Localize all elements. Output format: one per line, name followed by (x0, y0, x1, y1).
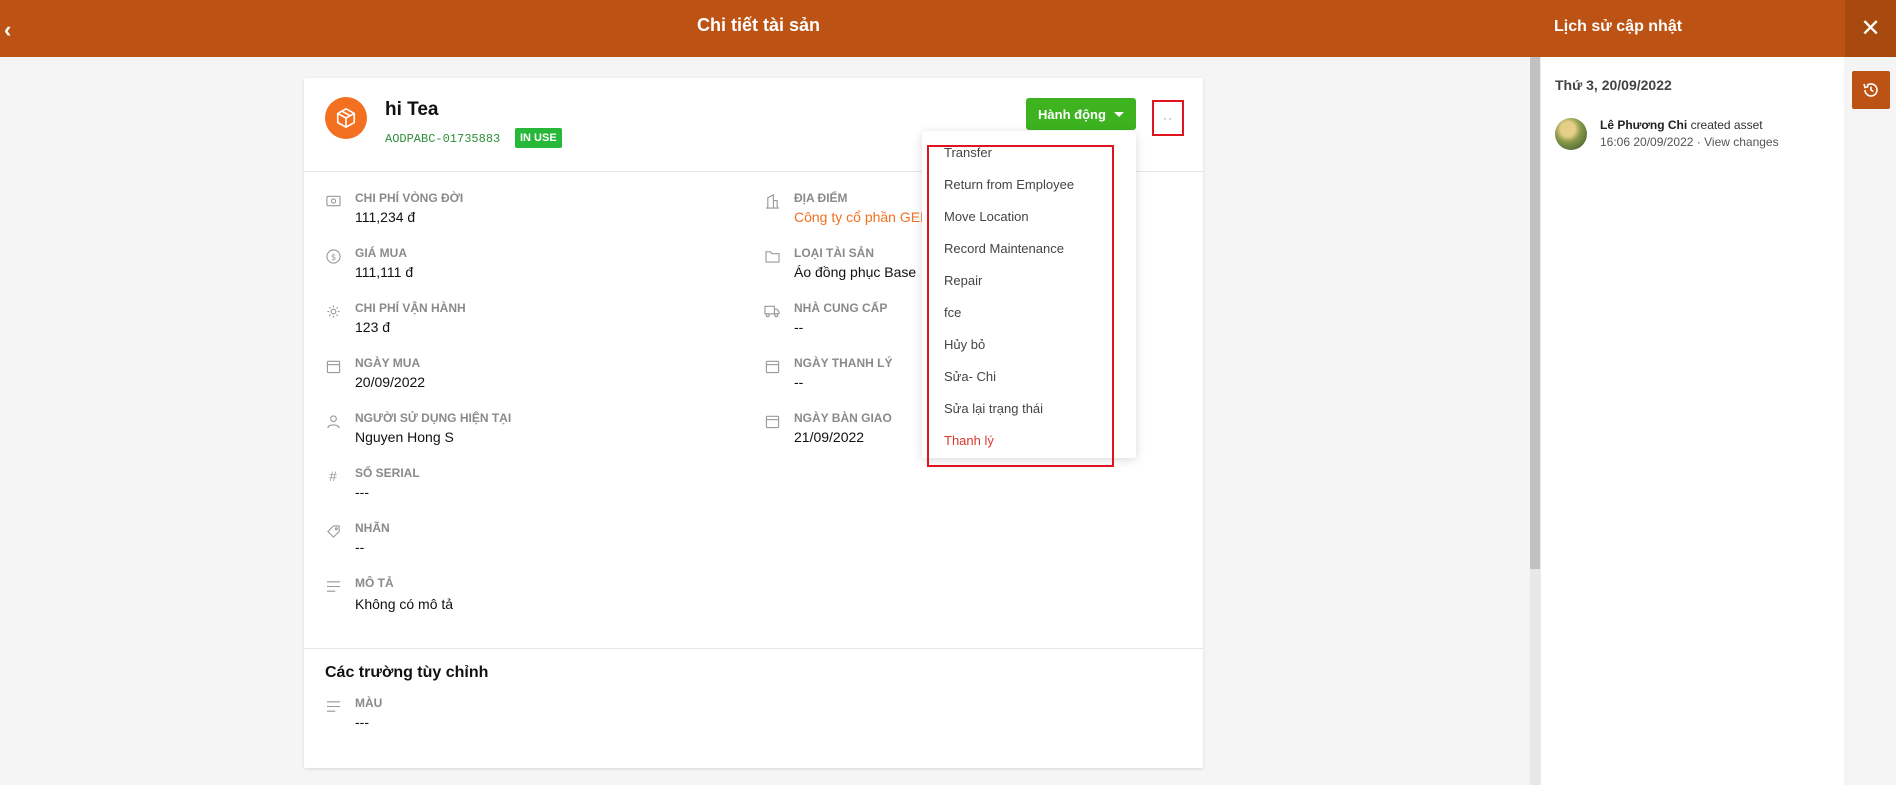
menu-item-edit-chi[interactable]: Sửa- Chi (944, 369, 996, 384)
field-value: --- (355, 484, 369, 500)
avatar (1555, 118, 1587, 150)
history-date: Thứ 3, 20/09/2022 (1555, 77, 1672, 93)
field-value: Không có mô tả (355, 596, 454, 612)
field-label: NGÀY MUA (355, 356, 421, 370)
field-color: MÀU --- (325, 696, 725, 740)
history-time: 16:06 20/09/2022 (1600, 135, 1694, 149)
page-title: Chi tiết tài sản (696, 15, 821, 35)
menu-item-cancel[interactable]: Hủy bỏ (944, 337, 985, 352)
calendar-icon (325, 358, 341, 374)
field-value: 123 đ (355, 319, 391, 335)
field-label: MÔ TẢ (355, 576, 394, 590)
menu-item-dispose[interactable]: Thanh lý (944, 433, 994, 448)
status-badge: IN USE (515, 128, 562, 148)
field-value: -- (355, 539, 365, 555)
field-value: Áo đồng phục Base (794, 264, 917, 280)
menu-item-fce[interactable]: fce (944, 305, 961, 320)
field-label: NGƯỜI SỬ DỤNG HIỆN TẠI (355, 411, 512, 425)
history-title: Lịch sử cập nhật (1554, 18, 1683, 35)
gear-icon (325, 303, 341, 319)
history-icon (1863, 83, 1878, 97)
history-side-rail (1844, 57, 1896, 785)
history-panel: Thứ 3, 20/09/2022 Lê Phương Chi created … (1540, 57, 1844, 785)
menu-item-repair[interactable]: Repair (944, 273, 982, 288)
calendar-icon (764, 413, 780, 429)
caret-down-icon (1113, 111, 1124, 117)
menu-item-record-maintenance[interactable]: Record Maintenance (944, 241, 1064, 256)
action-button-label: Hành động (1038, 106, 1106, 122)
field-purchase-price: $ GIÁ MUA 111,111 đ (325, 246, 725, 290)
more-options-button[interactable]: ·· (1152, 100, 1184, 136)
menu-item-return-from-employee[interactable]: Return from Employee (944, 177, 1074, 192)
field-serial: # SỐ SERIAL --- (325, 466, 725, 510)
history-user: Lê Phương Chi (1600, 118, 1688, 132)
money-icon (325, 193, 341, 209)
close-history-button[interactable]: ✕ (1845, 0, 1896, 57)
field-label: GIÁ MUA (355, 246, 407, 260)
tag-icon (325, 523, 341, 539)
menu-item-transfer[interactable]: Transfer (944, 145, 992, 160)
asset-name: hi Tea (385, 99, 439, 120)
field-label: ĐỊA ĐIỂM (794, 191, 848, 205)
field-label: CHI PHÍ VÒNG ĐỜI (355, 191, 464, 205)
history-toggle-button[interactable] (1852, 71, 1890, 109)
top-bar: ‹ Chi tiết tài sản (0, 0, 1540, 57)
asset-code: AODPABC-01735883 (385, 132, 501, 146)
history-action: created asset (1690, 118, 1763, 132)
field-value: 111,111 đ (355, 264, 414, 280)
hash-icon: # (329, 468, 337, 484)
field-label: NGÀY THANH LÝ (794, 356, 893, 370)
field-value: Nguyen Hong S (355, 429, 454, 445)
field-label: NHÀ CUNG CẤP (794, 301, 888, 315)
field-value: -- (794, 319, 804, 335)
menu-item-edit-status[interactable]: Sửa lại trạng thái (944, 401, 1043, 416)
field-value: 21/09/2022 (794, 429, 865, 445)
field-purchase-date: NGÀY MUA 20/09/2022 (325, 356, 725, 400)
building-icon (764, 193, 780, 209)
actions-dropdown-menu: Transfer Return from Employee Move Locat… (922, 131, 1136, 458)
lines-icon (325, 578, 341, 594)
action-button[interactable]: Hành động (1026, 98, 1136, 130)
lines-icon (325, 698, 341, 714)
history-panel-header: Lịch sử cập nhật ✕ (1540, 0, 1896, 57)
scrollbar-thumb[interactable] (1530, 57, 1540, 569)
history-meta: 16:06 20/09/2022 · View changes (1600, 135, 1779, 149)
field-label: CHI PHÍ VẬN HÀNH (355, 301, 466, 315)
custom-fields-title: Các trường tùy chỉnh (325, 664, 489, 681)
field-value: 111,234 đ (355, 209, 416, 225)
field-label: MÀU (355, 696, 383, 710)
location-link[interactable]: Công ty cổ phần GEM (794, 209, 932, 225)
field-label: SỐ SERIAL (355, 466, 420, 480)
truck-icon (764, 303, 780, 319)
dollar-icon: $ (325, 248, 341, 264)
field-lifecycle-cost: CHI PHÍ VÒNG ĐỜI 111,234 đ (325, 191, 725, 235)
user-icon (325, 413, 341, 429)
field-value: -- (794, 374, 804, 390)
menu-item-move-location[interactable]: Move Location (944, 209, 1029, 224)
field-label: NGÀY BÀN GIAO (794, 411, 892, 425)
folder-icon (764, 248, 780, 264)
section-divider (304, 648, 1203, 649)
view-changes-link[interactable]: View changes (1704, 135, 1779, 149)
box-icon (325, 97, 367, 139)
field-value: 20/09/2022 (355, 374, 426, 390)
svg-text:$: $ (330, 251, 335, 261)
field-current-user: NGƯỜI SỬ DỤNG HIỆN TẠI Nguyen Hong S (325, 411, 725, 455)
history-entry: Lê Phương Chi created asset (1600, 118, 1763, 132)
field-value: --- (355, 714, 369, 730)
field-label: NHÃN (355, 521, 390, 535)
field-tags: NHÃN -- (325, 521, 725, 565)
field-label: LOẠI TÀI SẢN (794, 246, 874, 260)
history-separator: · (1696, 135, 1701, 149)
calendar-icon (764, 358, 780, 374)
field-operating-cost: CHI PHÍ VẬN HÀNH 123 đ (325, 301, 725, 345)
scrollbar[interactable] (1530, 57, 1540, 785)
field-description: MÔ TẢ Không có mô tả (325, 576, 725, 620)
